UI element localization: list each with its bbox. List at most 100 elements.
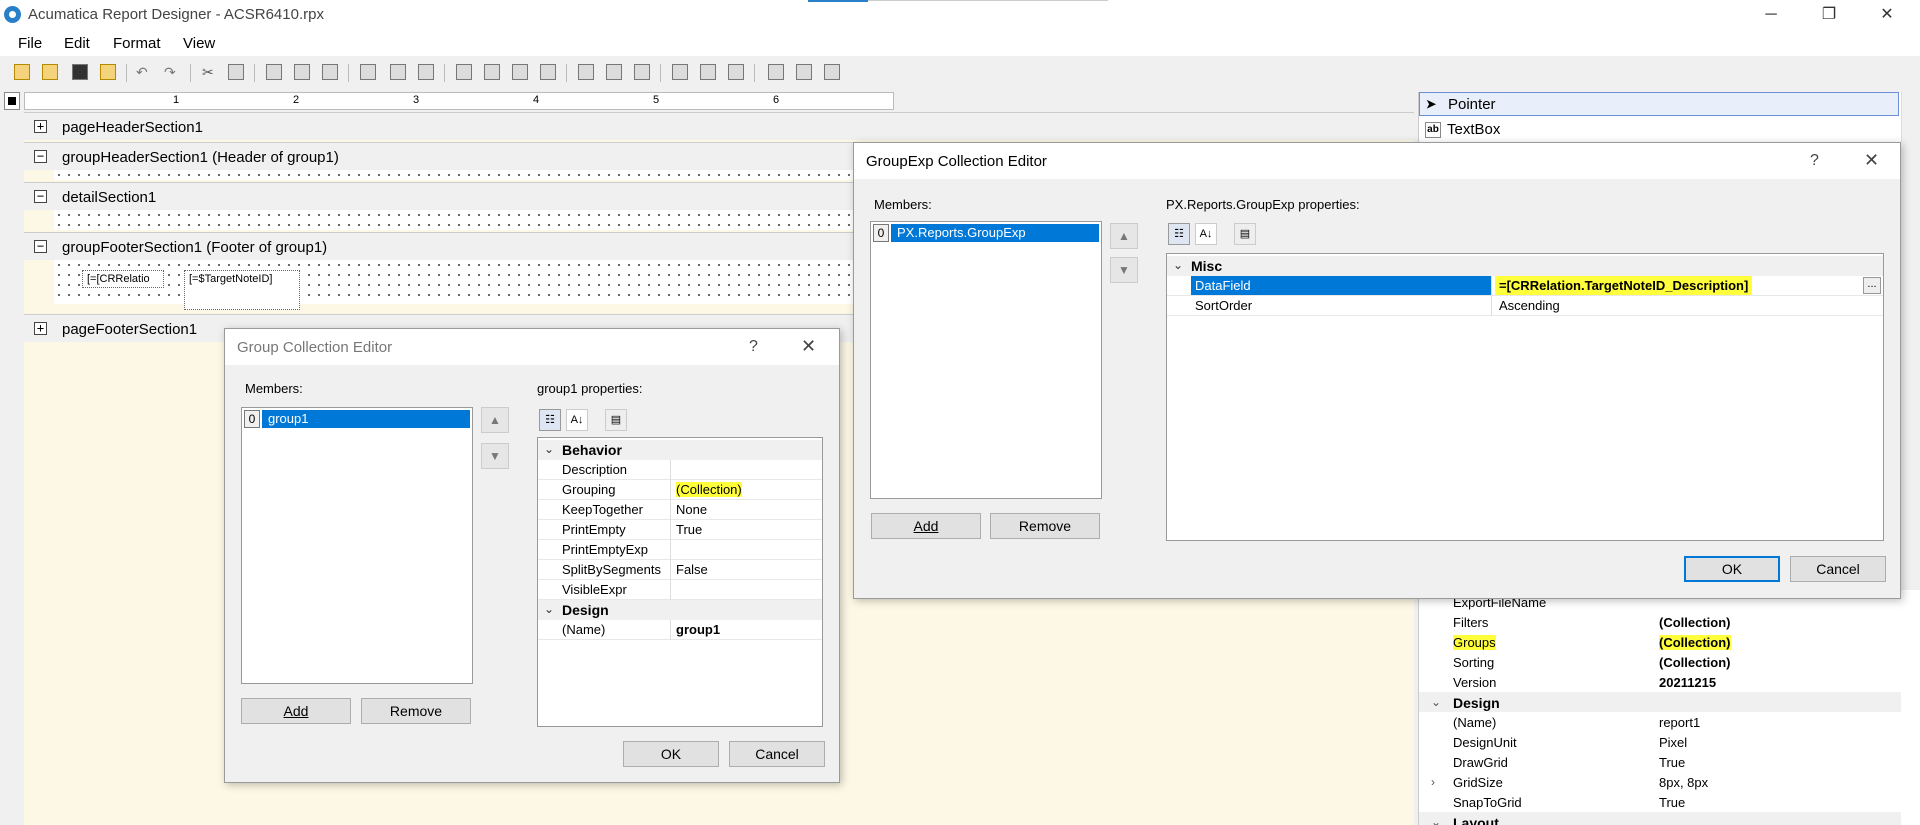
alphabetical-icon[interactable]: A↓ — [1195, 223, 1217, 245]
cancel-button[interactable]: Cancel — [729, 741, 825, 767]
property-pages-icon[interactable]: ▤ — [1234, 223, 1256, 245]
same-width-icon[interactable] — [578, 64, 594, 80]
prop-row[interactable]: Sorting (Collection) — [1419, 652, 1901, 672]
categorized-icon[interactable]: ☷ — [1168, 223, 1190, 245]
move-up-button[interactable]: ▲ — [481, 407, 509, 433]
prop-row[interactable]: Description — [538, 460, 822, 480]
save-all-icon[interactable] — [100, 64, 116, 80]
category-design[interactable]: ⌄ Design — [538, 600, 822, 620]
h-spacing-equal-icon[interactable] — [672, 64, 688, 80]
prop-row[interactable]: VisibleExpr — [538, 580, 822, 600]
detail-body[interactable] — [54, 210, 884, 230]
open-icon[interactable] — [42, 64, 58, 80]
prop-row-groups[interactable]: Groups (Collection) — [1419, 632, 1901, 652]
prop-row[interactable]: › GridSize 8px, 8px — [1419, 772, 1901, 792]
members-list[interactable]: 0 group1 — [241, 407, 473, 684]
prop-row[interactable]: SortOrder Ascending — [1167, 296, 1883, 316]
members-list[interactable]: 0 PX.Reports.GroupExp — [870, 221, 1102, 499]
cut-icon[interactable]: ✂ — [202, 64, 218, 80]
align-bottom-icon[interactable] — [512, 64, 528, 80]
prop-row[interactable]: SnapToGrid True — [1419, 792, 1901, 812]
ok-button[interactable]: OK — [1684, 556, 1780, 582]
help-button[interactable]: ? — [1810, 152, 1819, 170]
page-header-section[interactable]: + pageHeaderSection1 — [24, 112, 1414, 140]
add-button[interactable]: Add — [871, 513, 981, 539]
prop-row[interactable]: DrawGrid True — [1419, 752, 1901, 772]
prop-row-datafield[interactable]: DataField =[CRRelation.TargetNoteID_Desc… — [1167, 276, 1883, 296]
h-spacing-decrease-icon[interactable] — [728, 64, 744, 80]
tool-textbox[interactable]: ab TextBox — [1419, 118, 1899, 142]
toolbox-scrollbar-lower[interactable] — [1900, 142, 1920, 282]
cancel-button[interactable]: Cancel — [1790, 556, 1886, 582]
ellipsis-button[interactable]: ... — [1863, 277, 1881, 294]
toolbox-scrollbar[interactable] — [1901, 92, 1920, 142]
prop-row[interactable]: PrintEmptyExp — [538, 540, 822, 560]
list-item[interactable]: 0 group1 — [244, 410, 470, 428]
help-button[interactable]: ? — [749, 338, 758, 356]
ok-button[interactable]: OK — [623, 741, 719, 767]
prop-category-layout[interactable]: ⌄ Layout — [1419, 812, 1901, 825]
send-back-icon[interactable] — [294, 64, 310, 80]
add-button[interactable]: Add — [241, 698, 351, 724]
expand-icon[interactable]: + — [34, 322, 47, 335]
align-top-icon[interactable] — [456, 64, 472, 80]
alphabetical-icon[interactable]: A↓ — [566, 409, 588, 431]
prop-row[interactable]: KeepTogether None — [538, 500, 822, 520]
tool-pointer[interactable]: ➤ Pointer — [1419, 92, 1899, 116]
category-misc[interactable]: ⌄ Misc — [1167, 256, 1883, 276]
remove-button[interactable]: Remove — [990, 513, 1100, 539]
group-header-body[interactable] — [54, 170, 884, 180]
group-icon[interactable] — [322, 64, 338, 80]
save-icon[interactable] — [72, 64, 88, 80]
v-spacing-decrease-icon[interactable] — [824, 64, 840, 80]
categorized-icon[interactable]: ☷ — [539, 409, 561, 431]
align-center-icon[interactable] — [390, 64, 406, 80]
prop-row[interactable]: Version 20211215 — [1419, 672, 1901, 692]
menu-edit[interactable]: Edit — [64, 35, 90, 52]
same-size-icon[interactable] — [634, 64, 650, 80]
v-spacing-increase-icon[interactable] — [796, 64, 812, 80]
group-footer-body[interactable] — [54, 260, 884, 304]
redo-icon[interactable]: ↷ — [164, 64, 180, 80]
h-spacing-increase-icon[interactable] — [700, 64, 716, 80]
menu-view[interactable]: View — [183, 35, 215, 52]
prop-row[interactable]: SplitBySegments False — [538, 560, 822, 580]
ruler-corner[interactable] — [4, 92, 20, 110]
list-item[interactable]: 0 PX.Reports.GroupExp — [873, 224, 1099, 242]
property-pages-icon[interactable]: ▤ — [605, 409, 627, 431]
expand-icon[interactable]: + — [34, 120, 47, 133]
move-up-button[interactable]: ▲ — [1110, 223, 1138, 249]
collapse-icon[interactable]: − — [34, 240, 47, 253]
close-icon[interactable]: ✕ — [1864, 150, 1879, 171]
remove-button[interactable]: Remove — [361, 698, 471, 724]
collapse-icon[interactable]: − — [34, 150, 47, 163]
same-height-icon[interactable] — [606, 64, 622, 80]
undo-icon[interactable]: ↶ — [136, 64, 152, 80]
prop-row[interactable]: PrintEmpty True — [538, 520, 822, 540]
prop-row[interactable]: DesignUnit Pixel — [1419, 732, 1901, 752]
move-down-button[interactable]: ▼ — [1110, 257, 1138, 283]
v-spacing-equal-icon[interactable] — [768, 64, 784, 80]
restore-button[interactable]: ❐ — [1806, 2, 1852, 28]
prop-category-design[interactable]: ⌄ Design — [1419, 692, 1901, 712]
prop-row[interactable]: Filters (Collection) — [1419, 612, 1901, 632]
category-behavior[interactable]: ⌄ Behavior — [538, 440, 822, 460]
align-middle-icon[interactable] — [484, 64, 500, 80]
report-field[interactable]: [=[CRRelatio — [82, 270, 164, 288]
close-window-button[interactable]: ✕ — [1864, 2, 1910, 28]
prop-row-grouping[interactable]: Grouping (Collection) — [538, 480, 822, 500]
align-left-icon[interactable] — [360, 64, 376, 80]
report-field[interactable]: [=$TargetNoteID] — [184, 270, 300, 310]
new-report-icon[interactable] — [14, 64, 30, 80]
prop-row[interactable]: (Name) report1 — [1419, 712, 1901, 732]
minimize-button[interactable]: ─ — [1748, 2, 1794, 28]
move-down-button[interactable]: ▼ — [481, 443, 509, 469]
prop-row[interactable]: (Name) group1 — [538, 620, 822, 640]
menu-format[interactable]: Format — [113, 35, 161, 52]
copy-icon[interactable] — [228, 64, 244, 80]
align-grid-icon[interactable] — [540, 64, 556, 80]
close-icon[interactable]: ✕ — [801, 336, 816, 357]
bring-front-icon[interactable] — [266, 64, 282, 80]
collapse-icon[interactable]: − — [34, 190, 47, 203]
menu-file[interactable]: File — [18, 35, 42, 52]
